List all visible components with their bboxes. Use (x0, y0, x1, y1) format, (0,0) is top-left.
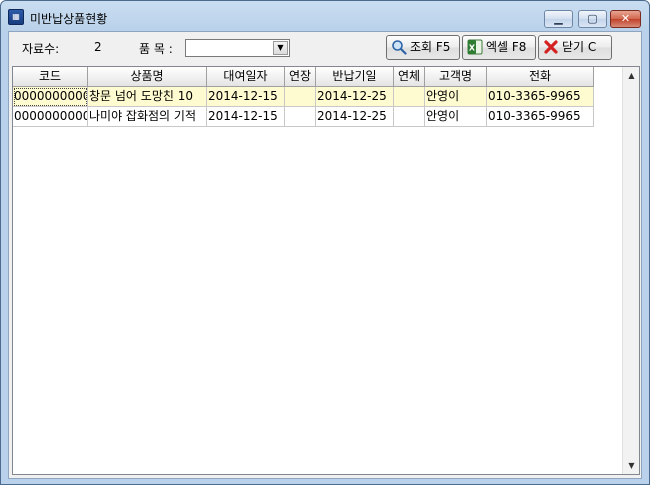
close-button[interactable]: 닫기 C (538, 35, 612, 60)
window-title: 미반납상품현황 (30, 12, 108, 26)
client-area: 자료수: 2 품 목 : ▼ 조회 F5 X 엑셀 F8 닫기 C 코드 상품명… (8, 31, 642, 479)
column-header-code[interactable]: 코드 (13, 67, 88, 87)
excel-button[interactable]: X 엑셀 F8 (462, 35, 536, 60)
cell-product-name[interactable]: 창문 넘어 도망친 10 (88, 87, 207, 107)
maximize-button[interactable]: ▢ (578, 10, 607, 28)
cell-overdue[interactable] (394, 107, 425, 127)
excel-icon: X (467, 39, 483, 55)
column-header-customer-name[interactable]: 고객명 (425, 67, 487, 87)
close-window-button[interactable]: ✕ (610, 10, 641, 28)
search-button[interactable]: 조회 F5 (386, 35, 460, 60)
cell-extension[interactable] (285, 87, 316, 107)
scroll-up-icon[interactable]: ▲ (624, 67, 639, 84)
item-filter-label: 품 목 : (139, 42, 173, 56)
excel-button-label: 엑셀 F8 (486, 40, 527, 54)
cell-rental-date[interactable]: 2014-12-15 (207, 107, 285, 127)
close-button-label: 닫기 C (562, 40, 597, 54)
column-header-extension[interactable]: 연장 (285, 67, 316, 87)
cell-due-date[interactable]: 2014-12-25 (316, 107, 394, 127)
filter-toolbar: 자료수: 2 품 목 : ▼ 조회 F5 X 엑셀 F8 닫기 C (9, 32, 641, 64)
column-header-overdue[interactable]: 연체 (394, 67, 425, 87)
record-count-label: 자료수: (22, 42, 60, 56)
vertical-scrollbar[interactable]: ▲ ▼ (622, 67, 639, 474)
scroll-down-icon[interactable]: ▼ (624, 457, 639, 474)
svg-text:X: X (469, 44, 476, 53)
cell-overdue[interactable] (394, 87, 425, 107)
cell-product-name[interactable]: 나미야 잡화점의 기적 (88, 107, 207, 127)
chevron-down-icon[interactable]: ▼ (273, 41, 288, 55)
cell-due-date[interactable]: 2014-12-25 (316, 87, 394, 107)
cell-customer-name[interactable]: 안영이 (425, 87, 487, 107)
column-header-product-name[interactable]: 상품명 (88, 67, 207, 87)
search-button-label: 조회 F5 (410, 40, 451, 54)
app-icon: ▦ (8, 9, 24, 25)
cell-extension[interactable] (285, 107, 316, 127)
column-header-due-date[interactable]: 반납기일 (316, 67, 394, 87)
record-count-value: 2 (94, 40, 102, 54)
item-filter-select[interactable]: ▼ (185, 39, 290, 57)
cell-code[interactable]: 0000000000 (13, 87, 88, 107)
cell-phone[interactable]: 010-3365-9965 (487, 107, 594, 127)
main-window: ▦ 미반납상품현황 ▁ ▢ ✕ 자료수: 2 품 목 : ▼ 조회 F5 X 엑… (0, 0, 650, 485)
column-header-phone[interactable]: 전화 (487, 67, 594, 87)
close-icon (544, 40, 558, 54)
cell-phone[interactable]: 010-3365-9965 (487, 87, 594, 107)
search-icon (392, 40, 407, 55)
results-grid[interactable]: 코드 상품명 대여일자 연장 반납기일 연체 고객명 전화 0000000000 창문 넘어 도… (12, 66, 640, 475)
column-header-rental-date[interactable]: 대여일자 (207, 67, 285, 87)
title-bar[interactable]: ▦ 미반납상품현황 ▁ ▢ ✕ (1, 1, 649, 31)
cell-rental-date[interactable]: 2014-12-15 (207, 87, 285, 107)
minimize-button[interactable]: ▁ (544, 10, 573, 28)
cell-code[interactable]: 0000000000 (13, 107, 88, 127)
cell-customer-name[interactable]: 안영이 (425, 107, 487, 127)
